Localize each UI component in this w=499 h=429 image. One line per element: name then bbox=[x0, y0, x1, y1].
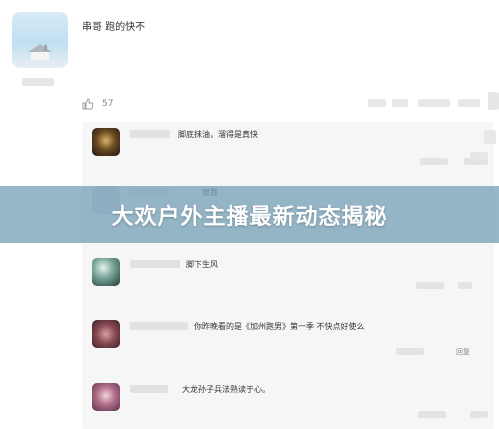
reply-item: 脚下生风 bbox=[82, 252, 494, 302]
like-count: 57 bbox=[102, 99, 114, 109]
reply-item: 你昨晚看的是《加州跑男》第一季 不快点好使么 回复 bbox=[82, 314, 494, 364]
reply-meta bbox=[470, 411, 488, 418]
reply-avatar[interactable] bbox=[92, 320, 120, 348]
side-meta bbox=[470, 152, 488, 160]
house-icon bbox=[28, 44, 52, 60]
reply-username[interactable] bbox=[130, 130, 170, 138]
reply-meta bbox=[418, 411, 446, 418]
post-meta bbox=[488, 92, 499, 110]
reply-avatar[interactable] bbox=[92, 383, 120, 411]
reply-text: 脚底抹油，溜得是真快 bbox=[178, 130, 258, 139]
post-meta bbox=[368, 99, 386, 107]
reply-username[interactable] bbox=[130, 385, 168, 393]
reply-meta bbox=[458, 282, 472, 289]
reply-meta bbox=[396, 348, 424, 355]
post-meta bbox=[392, 99, 408, 107]
like-row: 57 bbox=[82, 97, 113, 111]
post-text: 串哥 跑的快不 bbox=[82, 22, 146, 33]
post-author-name[interactable] bbox=[22, 78, 54, 86]
reply-item: 脚底抹油，溜得是真快 bbox=[82, 122, 494, 172]
reply-meta bbox=[416, 282, 444, 289]
reply-link[interactable]: 回复 bbox=[456, 347, 470, 357]
reply-avatar[interactable] bbox=[92, 258, 120, 286]
thumbs-up-icon[interactable] bbox=[82, 98, 94, 110]
reply-list: 脚底抹油，溜得是真快 泉我 脚下生风 你昨晚看的是《加州跑男》第一季 不快点好使… bbox=[82, 122, 494, 429]
reply-username[interactable] bbox=[130, 322, 188, 330]
post-meta bbox=[458, 99, 480, 107]
reply-meta bbox=[420, 158, 448, 165]
reply-text: 你昨晚看的是《加州跑男》第一季 不快点好使么 bbox=[194, 322, 365, 331]
banner-title: 大欢户外主播最新动态揭秘 bbox=[111, 204, 388, 230]
reply-text: 脚下生风 bbox=[186, 260, 218, 269]
side-meta bbox=[484, 130, 496, 144]
reply-avatar[interactable] bbox=[92, 128, 120, 156]
reply-item: 大龙孙子兵法熟读于心。 bbox=[82, 377, 494, 427]
post-author-avatar[interactable] bbox=[12, 12, 68, 68]
reply-text: 大龙孙子兵法熟读于心。 bbox=[182, 385, 270, 394]
reply-username[interactable] bbox=[130, 260, 180, 268]
post-meta bbox=[418, 99, 450, 107]
title-banner: 大欢户外主播最新动态揭秘 bbox=[0, 186, 499, 243]
